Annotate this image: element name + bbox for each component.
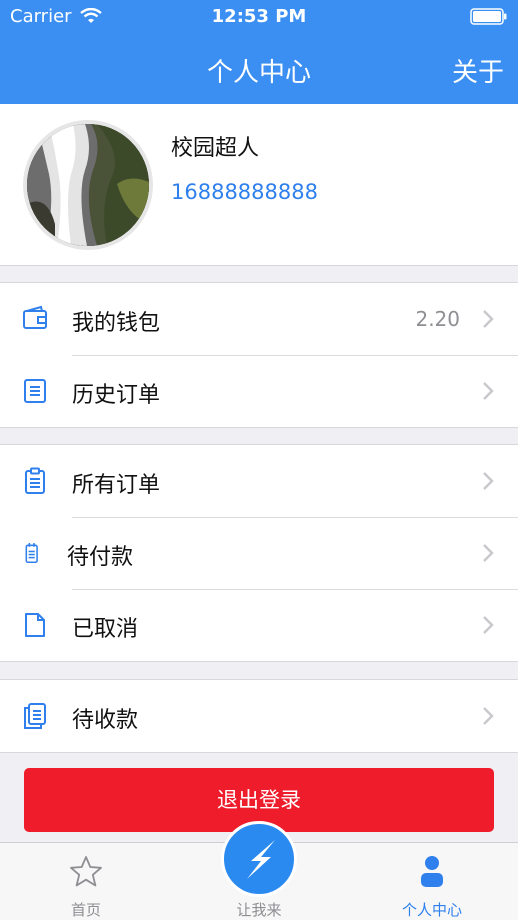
wallet-balance: 2.20: [415, 307, 460, 331]
let-me-button[interactable]: [221, 821, 297, 897]
tab-home[interactable]: 首页: [30, 843, 142, 920]
tab-let-me-label: 让我来: [236, 901, 282, 919]
wallet-group: 我的钱包 2.20 历史订单: [0, 282, 518, 428]
pending-receipt-label: 待收款: [72, 708, 139, 733]
profile-card[interactable]: 校园超人 16888888888: [0, 104, 518, 266]
tab-home-label: 首页: [70, 901, 101, 919]
receivables-group: 待收款: [0, 679, 518, 753]
avatar[interactable]: [23, 120, 153, 250]
menu-row-pending-receipt[interactable]: 待收款: [0, 680, 518, 752]
wallet-label: 我的钱包: [72, 311, 161, 336]
chevron-right-icon: [483, 310, 494, 328]
status-bar: Carrier 12:53 PM: [0, 0, 518, 34]
tab-bar: 首页 让我来 个人中心: [0, 821, 518, 920]
menu-row-cancelled[interactable]: 已取消: [0, 589, 518, 661]
phone-number: 16888888888: [171, 180, 318, 204]
list-icon: [24, 379, 46, 403]
menu-row-order-history[interactable]: 历史订单: [0, 355, 518, 427]
chevron-right-icon: [483, 382, 494, 400]
tab-profile-label: 个人中心: [401, 901, 462, 919]
menu-row-wallet[interactable]: 我的钱包 2.20: [0, 283, 518, 355]
clipboard-icon: [25, 467, 45, 494]
menu-row-pending-payment[interactable]: 待付款: [0, 517, 518, 589]
receipt-icon: [24, 703, 46, 729]
status-time: 12:53 PM: [211, 6, 307, 27]
menu-row-all-orders[interactable]: 所有订单: [0, 445, 518, 517]
cancelled-label: 已取消: [72, 617, 139, 642]
tab-profile[interactable]: 个人中心: [376, 843, 488, 920]
username: 校园超人: [171, 136, 260, 161]
lightning-icon: [247, 840, 275, 879]
chevron-right-icon: [483, 707, 494, 725]
battery-icon: [470, 8, 507, 25]
notepad-icon: [25, 543, 38, 564]
chevron-right-icon: [483, 544, 494, 562]
person-icon: [421, 856, 443, 887]
star-icon: [70, 856, 102, 887]
page-title: 个人中心: [206, 58, 311, 88]
about-button[interactable]: 关于: [452, 52, 504, 89]
tab-let-me[interactable]: 让我来: [200, 821, 318, 920]
pending-payment-label: 待付款: [67, 545, 134, 570]
chevron-right-icon: [483, 472, 494, 490]
document-icon: [25, 613, 45, 637]
order-history-label: 历史订单: [72, 383, 161, 408]
orders-group: 所有订单 待付款 已取消: [0, 444, 518, 662]
header: Carrier 12:53 PM 个人中心 关于: [0, 0, 518, 104]
wallet-icon: [23, 305, 47, 329]
waterfall-photo: [27, 124, 149, 246]
all-orders-label: 所有订单: [72, 473, 161, 498]
chevron-right-icon: [483, 616, 494, 634]
